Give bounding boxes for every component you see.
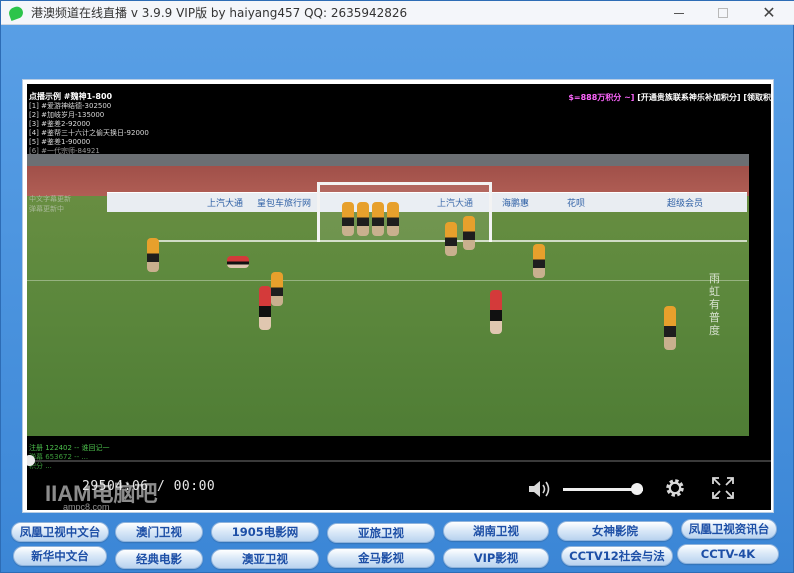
channel-button[interactable]: 新华中文台 bbox=[13, 546, 107, 566]
scene-player bbox=[463, 216, 475, 250]
site-watermark-url: ampc8.com bbox=[63, 502, 110, 510]
time-display: 29504:06 / 00:00 bbox=[82, 479, 216, 494]
ad-text: 超级会员 bbox=[667, 199, 704, 209]
points-text: [开通贵族联系神乐补加积分] [领取积 bbox=[634, 93, 771, 102]
channel-button[interactable]: 金马影视 bbox=[327, 548, 435, 568]
scene-player bbox=[227, 256, 249, 268]
close-icon: ✕ bbox=[762, 3, 776, 22]
vod-overlay-line: [1] #爱游神结德-302500 bbox=[29, 102, 112, 110]
channel-button[interactable]: 湖南卫视 bbox=[443, 521, 549, 541]
scene-player bbox=[533, 244, 545, 278]
scene-player bbox=[445, 222, 457, 256]
danmaku-line: 积分 ... bbox=[29, 462, 52, 470]
title-bar[interactable]: 港澳频道在线直播 v 3.9.9 VIP版 by haiyang457 QQ: … bbox=[1, 1, 794, 25]
channel-button[interactable]: 1905电影网 bbox=[211, 522, 319, 542]
vod-overlay-line: [3] #鉴差2-92000 bbox=[29, 120, 91, 128]
scene-player bbox=[372, 202, 384, 236]
minimize-icon bbox=[674, 12, 684, 14]
close-button[interactable]: ✕ bbox=[749, 1, 789, 25]
ad-text: 皇包车旅行网 bbox=[257, 199, 312, 209]
channel-button[interactable]: 澳亚卫视 bbox=[211, 549, 319, 569]
scene-player bbox=[387, 202, 399, 236]
volume-handle[interactable] bbox=[630, 483, 643, 495]
channel-button[interactable]: 凤凰卫视资讯台 bbox=[681, 519, 777, 539]
scene-player bbox=[271, 272, 283, 306]
maximize-button[interactable] bbox=[703, 1, 743, 25]
minimize-button[interactable] bbox=[659, 1, 699, 25]
ad-text: 海鹏惠 bbox=[502, 199, 530, 209]
danmaku-line: 注册 122402 -- 谁回记一 bbox=[29, 444, 110, 452]
player-controls: 注册 122402 -- 谁回记一 弹幕 653672 -- ... 积分 ..… bbox=[27, 436, 771, 510]
vod-overlay-line: [2] #加岐岁月-135000 bbox=[29, 111, 105, 119]
channel-button[interactable]: 澳门卫视 bbox=[115, 522, 203, 542]
app-logo-icon bbox=[9, 7, 23, 19]
danmaku-line: 中文字幕更新 bbox=[29, 195, 71, 203]
window-title: 港澳频道在线直播 v 3.9.9 VIP版 by haiyang457 QQ: … bbox=[31, 6, 408, 20]
danmaku-layer: 中文字幕更新 弹幕更新中 bbox=[29, 194, 149, 214]
scene-player bbox=[342, 202, 354, 236]
vod-overlay-line: [5] #鉴差1-90000 bbox=[29, 138, 91, 146]
vod-overlay-title: 点播示例 #魏神1-800 bbox=[29, 92, 113, 101]
channel-button[interactable]: 经典电影 bbox=[115, 549, 203, 569]
channel-button[interactable]: 凤凰卫视中文台 bbox=[11, 522, 109, 542]
scene-player bbox=[259, 286, 271, 330]
points-highlight: $=888万积分 ~] bbox=[568, 93, 635, 102]
ad-text: 花呗 bbox=[567, 199, 586, 209]
channel-button[interactable]: VIP影视 bbox=[443, 548, 549, 568]
channel-button[interactable]: 亚旅卫视 bbox=[327, 523, 435, 543]
scene-player bbox=[357, 202, 369, 236]
vod-overlay-line: [4] #鉴帮三十六计之偷天换日-92000 bbox=[29, 129, 149, 137]
settings-gear-icon[interactable] bbox=[663, 476, 687, 500]
channel-buttons: 凤凰卫视中文台 澳门卫视 1905电影网 亚旅卫视 湖南卫视 女神影院 凤凰卫视… bbox=[1, 515, 794, 573]
scene-pitch-line bbox=[27, 280, 749, 281]
channel-button[interactable]: 女神影院 bbox=[557, 521, 673, 541]
scene-player bbox=[147, 238, 159, 272]
video-player[interactable]: 上汽大通 皇包车旅行网 上汽大通 海鹏惠 花呗 超级会员 雨虹有普度 点播示例 … bbox=[27, 84, 771, 510]
scene-player bbox=[490, 290, 502, 334]
points-overlay: $=888万积分 ~] [开通贵族联系神乐补加积分] [领取积 bbox=[568, 92, 771, 103]
ad-text: 上汽大通 bbox=[207, 199, 244, 209]
scene-player bbox=[664, 306, 676, 350]
player-frame: 上汽大通 皇包车旅行网 上汽大通 海鹏惠 花呗 超级会员 雨虹有普度 点播示例 … bbox=[22, 79, 774, 513]
danmaku-line: 弹幕更新中 bbox=[29, 205, 64, 213]
vod-overlay-line: [6] #一代宗师-84921 bbox=[29, 147, 100, 155]
maximize-icon bbox=[718, 8, 728, 18]
bottom-danmaku: 注册 122402 -- 谁回记一 弹幕 653672 -- ... 积分 ..… bbox=[29, 444, 229, 471]
channel-button[interactable]: CCTV12社会与法 bbox=[561, 546, 673, 566]
video-watermark: 雨虹有普度 bbox=[709, 272, 720, 337]
channel-button[interactable]: CCTV-4K bbox=[677, 544, 779, 564]
fullscreen-icon[interactable] bbox=[711, 476, 735, 500]
app-window: 港澳频道在线直播 v 3.9.9 VIP版 by haiyang457 QQ: … bbox=[0, 0, 794, 573]
volume-icon[interactable] bbox=[527, 478, 553, 500]
seek-bar[interactable] bbox=[27, 460, 771, 462]
vod-overlay: 点播示例 #魏神1-800 [1] #爱游神结德-302500 [2] #加岐岁… bbox=[29, 92, 289, 156]
